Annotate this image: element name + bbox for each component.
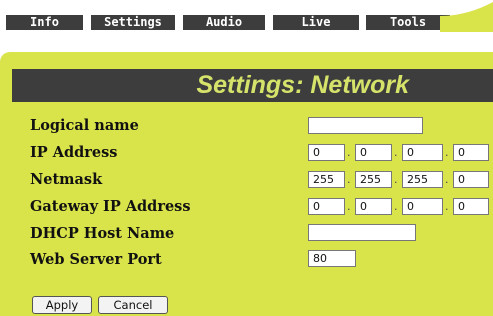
tab-tools[interactable]: Tools (366, 15, 450, 30)
tab-info[interactable]: Info (6, 15, 83, 30)
ip-address-octet-2[interactable] (355, 144, 392, 161)
logical-name-label: Logical name (30, 117, 139, 134)
gateway-octet-3[interactable] (402, 198, 443, 215)
web-server-port-label: Web Server Port (30, 251, 162, 268)
netmask-octet-4[interactable] (453, 171, 489, 188)
ip-separator: . (445, 200, 449, 213)
apply-button[interactable]: Apply (32, 296, 92, 314)
ip-separator: . (394, 173, 398, 186)
tab-audio[interactable]: Audio (183, 15, 265, 30)
gateway-octet-1[interactable] (308, 198, 345, 215)
netmask-octet-3[interactable] (402, 171, 443, 188)
decorative-swoosh (440, 2, 493, 32)
ip-separator: . (394, 146, 398, 159)
ip-separator: . (445, 146, 449, 159)
ip-address-label: IP Address (30, 144, 118, 161)
page-title: Settings: Network (12, 69, 493, 102)
ip-separator: . (445, 173, 449, 186)
cancel-button[interactable]: Cancel (98, 296, 168, 314)
ip-separator: . (347, 200, 351, 213)
web-server-port-input[interactable] (308, 250, 356, 267)
tab-live[interactable]: Live (273, 15, 359, 30)
logical-name-input[interactable] (308, 117, 423, 134)
gateway-octet-4[interactable] (453, 198, 489, 215)
gateway-octet-2[interactable] (355, 198, 392, 215)
ip-address-octet-1[interactable] (308, 144, 345, 161)
ip-separator: . (347, 146, 351, 159)
netmask-label: Netmask (30, 171, 103, 188)
dhcp-host-name-label: DHCP Host Name (30, 225, 175, 242)
dhcp-host-name-input[interactable] (308, 224, 416, 241)
netmask-octet-2[interactable] (355, 171, 392, 188)
ip-address-octet-3[interactable] (402, 144, 443, 161)
netmask-octet-1[interactable] (308, 171, 345, 188)
ip-address-octet-4[interactable] (453, 144, 489, 161)
gateway-label: Gateway IP Address (30, 198, 191, 215)
ip-separator: . (394, 200, 398, 213)
tab-settings[interactable]: Settings (91, 15, 175, 30)
ip-separator: . (347, 173, 351, 186)
